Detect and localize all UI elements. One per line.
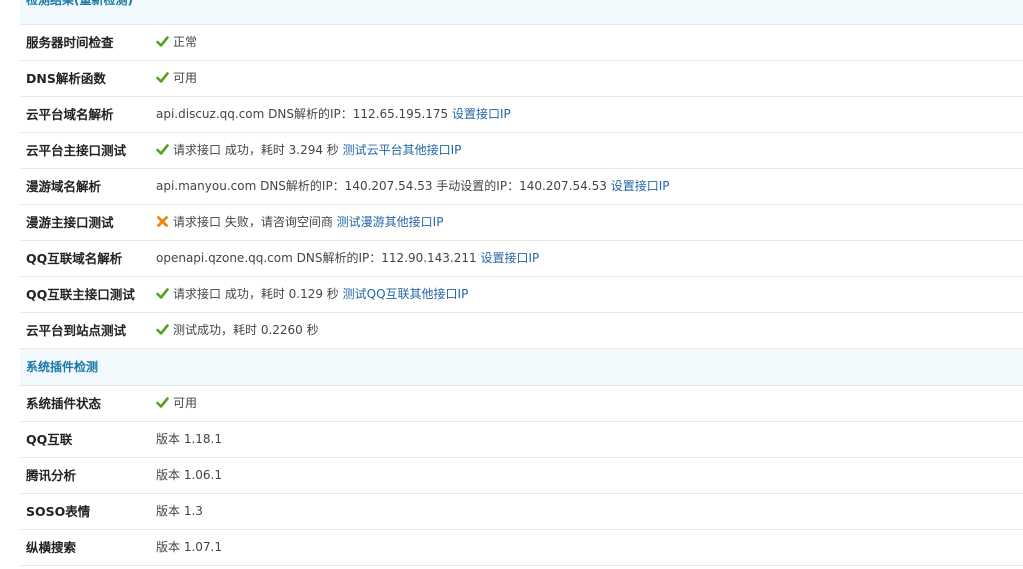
status-text: 请求接口 成功，耗时 0.129 秒: [173, 287, 339, 301]
status-text: 正常: [173, 35, 198, 49]
action-link[interactable]: 设置接口IP: [611, 179, 670, 193]
plugin-row-label: 腾讯分析: [26, 468, 77, 483]
action-link[interactable]: 设置接口IP: [452, 107, 511, 121]
status-text: 版本 1.07.1: [156, 540, 222, 554]
check-icon: [156, 396, 169, 409]
result-row: QQ互联主接口测试 请求接口 成功，耗时 0.129 秒 测试QQ互联其他接口IP: [20, 277, 1023, 313]
status-text: 请求接口 成功，耗时 3.294 秒: [173, 143, 339, 157]
status-text: openapi.qzone.qq.com DNS解析的IP：112.90.143…: [156, 251, 477, 265]
status-text: 版本 1.3: [156, 504, 203, 518]
result-row-value: 请求接口 成功，耗时 0.129 秒 测试QQ互联其他接口IP: [156, 277, 468, 312]
plugin-row: 系统插件状态 可用: [20, 386, 1023, 422]
action-link[interactable]: 测试漫游其他接口IP: [337, 215, 444, 229]
result-row-value: openapi.qzone.qq.com DNS解析的IP：112.90.143…: [156, 241, 539, 276]
status-text: 测试成功，耗时 0.2260 秒: [173, 323, 319, 337]
result-row-label: QQ互联域名解析: [26, 251, 123, 266]
check-icon: [156, 323, 169, 336]
result-row: QQ互联域名解析 openapi.qzone.qq.com DNS解析的IP：11…: [20, 241, 1023, 277]
result-row-value: 可用: [156, 61, 197, 96]
section-title-plugins: 系统插件检测: [26, 360, 99, 374]
plugin-row-label: 纵横搜索: [26, 540, 77, 555]
result-row: 漫游主接口测试 请求接口 失败，请咨询空间商 测试漫游其他接口IP: [20, 205, 1023, 241]
plugin-row: QQ互联 版本 1.18.1: [20, 422, 1023, 458]
plugin-row-value: 可用: [156, 386, 197, 421]
result-row-value: api.manyou.com DNS解析的IP：140.207.54.53 手动…: [156, 169, 669, 204]
section-title-results: 检测结果(重新检测): [26, 0, 133, 7]
status-text: 可用: [173, 71, 198, 85]
status-text: 版本 1.06.1: [156, 468, 222, 482]
status-text: 可用: [173, 396, 198, 410]
result-row: DNS解析函数 可用: [20, 61, 1023, 97]
plugin-row-label: SOSO表情: [26, 504, 91, 519]
result-row: 云平台到站点测试 测试成功，耗时 0.2260 秒: [20, 313, 1023, 349]
check-icon: [156, 35, 169, 48]
check-icon: [156, 287, 169, 300]
section-header-results: 检测结果(重新检测): [20, 0, 1023, 25]
plugin-row: SOSO表情 版本 1.3: [20, 494, 1023, 530]
plugin-row: 腾讯分析 版本 1.06.1: [20, 458, 1023, 494]
plugin-row-value: 版本 1.07.1: [156, 530, 222, 565]
result-row-value: 测试成功，耗时 0.2260 秒: [156, 313, 319, 348]
result-row-label: 云平台到站点测试: [26, 323, 127, 338]
result-row-value: 请求接口 失败，请咨询空间商 测试漫游其他接口IP: [156, 205, 443, 240]
results-list: 服务器时间检查 正常 DNS解析函数 可用云平台域名解析 api.discuz.qq.c…: [20, 25, 1023, 349]
plugin-row-value: 版本 1.06.1: [156, 458, 222, 493]
result-row-label: QQ互联主接口测试: [26, 287, 135, 302]
check-icon: [156, 143, 169, 156]
action-link[interactable]: 测试QQ互联其他接口IP: [343, 287, 469, 301]
action-link[interactable]: 测试云平台其他接口IP: [343, 143, 462, 157]
result-row-label: DNS解析函数: [26, 71, 106, 86]
result-row-value: 请求接口 成功，耗时 3.294 秒 测试云平台其他接口IP: [156, 133, 461, 168]
plugins-list: 系统插件状态 可用 QQ互联 版本 1.18.1 腾讯分析 版本 1.06.1 SOSO表情…: [20, 386, 1023, 566]
result-row-label: 服务器时间检查: [26, 35, 114, 50]
result-row: 漫游域名解析 api.manyou.com DNS解析的IP：140.207.54…: [20, 169, 1023, 205]
plugin-row: 纵横搜索 版本 1.07.1: [20, 530, 1023, 566]
check-icon: [156, 71, 169, 84]
status-text: 请求接口 失败，请咨询空间商: [173, 215, 333, 229]
action-link[interactable]: 设置接口IP: [480, 251, 539, 265]
result-row-label: 云平台域名解析: [26, 107, 114, 122]
cross-icon: [156, 215, 169, 228]
section-header-plugins: 系统插件检测: [20, 349, 1023, 386]
result-row-label: 漫游主接口测试: [26, 215, 114, 230]
plugin-row-label: QQ互联: [26, 432, 73, 447]
result-row-label: 漫游域名解析: [26, 179, 102, 194]
result-row-value: api.discuz.qq.com DNS解析的IP：112.65.195.17…: [156, 97, 511, 132]
status-text: 版本 1.18.1: [156, 432, 222, 446]
diagnostics-panel: 检测结果(重新检测) 服务器时间检查 正常 DNS解析函数 可用 云平台域名解析 api.…: [20, 0, 1023, 566]
status-text: api.manyou.com DNS解析的IP：140.207.54.53 手动…: [156, 179, 607, 193]
status-text: api.discuz.qq.com DNS解析的IP：112.65.195.17…: [156, 107, 449, 121]
result-row: 服务器时间检查 正常: [20, 25, 1023, 61]
plugin-row-value: 版本 1.18.1: [156, 422, 222, 457]
plugin-row-value: 版本 1.3: [156, 494, 203, 529]
result-row: 云平台域名解析 api.discuz.qq.com DNS解析的IP：112.65…: [20, 97, 1023, 133]
plugin-row-label: 系统插件状态: [26, 396, 102, 411]
result-row-label: 云平台主接口测试: [26, 143, 127, 158]
result-row-value: 正常: [156, 25, 197, 60]
result-row: 云平台主接口测试 请求接口 成功，耗时 3.294 秒 测试云平台其他接口IP: [20, 133, 1023, 169]
